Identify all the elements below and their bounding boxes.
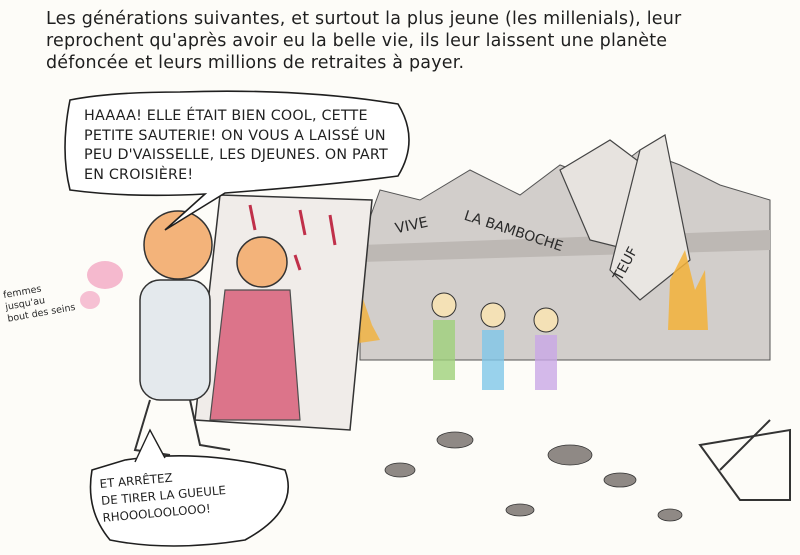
speech-bubble-bottom-text: Et arrêtez de tirer la gueule rhoooloolo…: [99, 465, 228, 527]
comic-illustration: [64, 90, 791, 547]
pink-blobs: [80, 261, 123, 309]
speech-bubble-top-text: Haaaa! Elle était bien cool, cette petit…: [84, 107, 388, 185]
broken-chair: [698, 419, 791, 501]
bubble-line-4: en croisière!: [84, 166, 194, 183]
bubble-line-3: peu d'vaisselle, les djeunes. On part: [84, 147, 388, 163]
debris: [384, 431, 683, 522]
bubble-line-1: Haaaa! Elle était bien cool, cette: [84, 108, 368, 124]
bubble-line-2: petite sauterie! On vous a laissé un: [84, 127, 386, 144]
